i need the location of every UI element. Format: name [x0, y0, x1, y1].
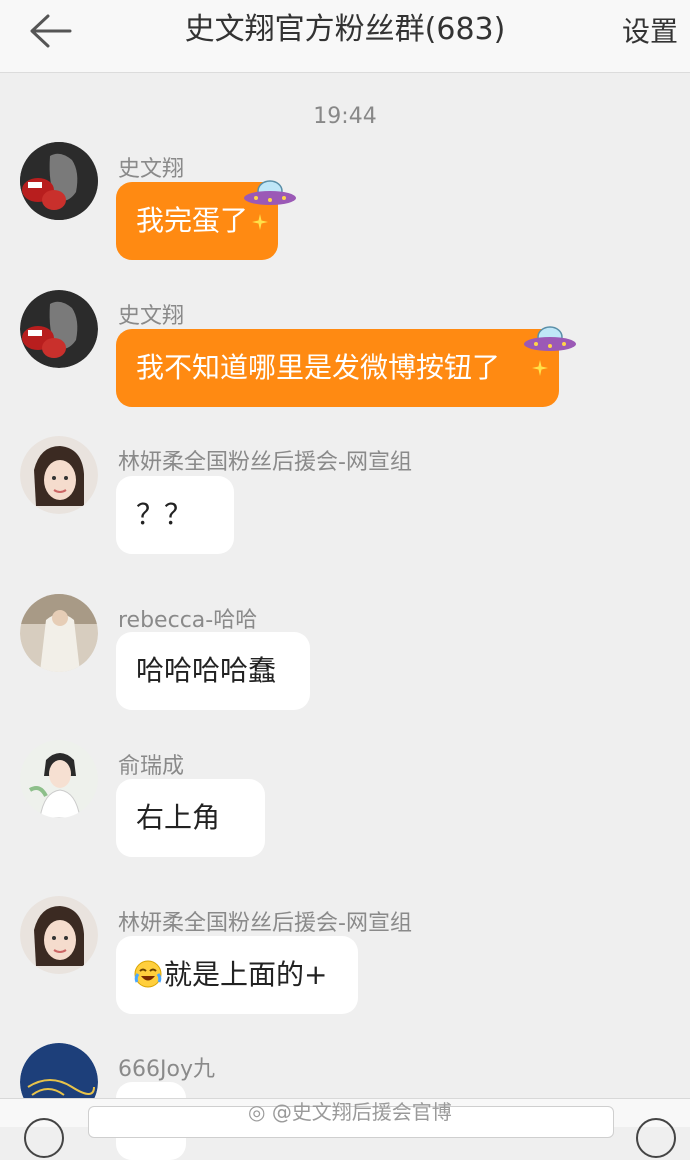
ufo-emoji-icon [244, 180, 296, 205]
sender-name: 俞瑞成 [118, 754, 185, 779]
message-text: ？？ [136, 498, 193, 531]
message-bubble[interactable]: ？？ [116, 476, 234, 554]
emoji-button[interactable] [636, 1118, 676, 1158]
page-title: 史文翔官方粉丝群(683) [184, 12, 506, 47]
avatar-image-icon [20, 142, 98, 220]
avatar-image-icon [20, 740, 98, 818]
avatar[interactable] [20, 436, 98, 514]
avatar-image-icon [20, 594, 98, 672]
settings-button[interactable]: 设置 [622, 12, 678, 52]
message-timestamp: 19:44 [313, 104, 377, 129]
ufo-emoji-icon [524, 326, 576, 351]
sender-name: rebecca-哈哈 [118, 608, 258, 633]
sender-name: 史文翔 [118, 157, 185, 182]
sparkle-icon [532, 360, 548, 376]
sender-name: 林妍柔全国粉丝后援会-网宣组 [118, 911, 412, 936]
watermark: ◎ @史文翔后援会官博 [248, 1100, 452, 1124]
message-text: 右上角 [136, 801, 221, 834]
message-text: 哈哈哈哈蠢 [136, 654, 277, 687]
avatar-image-icon [20, 436, 98, 514]
message-bubble[interactable]: 哈哈哈哈蠢 [116, 632, 310, 710]
avatar[interactable] [20, 142, 98, 220]
voice-button[interactable] [24, 1118, 64, 1158]
avatar[interactable] [20, 896, 98, 974]
avatar[interactable] [20, 594, 98, 672]
sparkle-icon [252, 214, 268, 230]
avatar-image-icon [20, 290, 98, 368]
avatar[interactable] [20, 290, 98, 368]
weibo-logo-icon: ◎ [248, 1100, 266, 1124]
message-text: 就是上面的+ [164, 958, 328, 991]
message-bubble[interactable]: 我不知道哪里是发微博按钮了 [116, 329, 559, 407]
message-text: 我不知道哪里是发微博按钮了 [136, 351, 501, 384]
message-bubble[interactable]: 就是上面的+ [116, 936, 358, 1014]
top-bar: 史文翔官方粉丝群(683) 设置 [0, 0, 690, 73]
avatar-image-icon [20, 896, 98, 974]
message-bubble[interactable]: 右上角 [116, 779, 265, 857]
sender-name: 史文翔 [118, 304, 185, 329]
avatar[interactable] [20, 740, 98, 818]
message-text: 我完蛋了 [136, 204, 249, 237]
laughing-crying-emoji-icon [134, 960, 162, 988]
sender-name: 林妍柔全国粉丝后援会-网宣组 [118, 450, 412, 475]
sender-name: 666Joy九 [118, 1057, 215, 1082]
